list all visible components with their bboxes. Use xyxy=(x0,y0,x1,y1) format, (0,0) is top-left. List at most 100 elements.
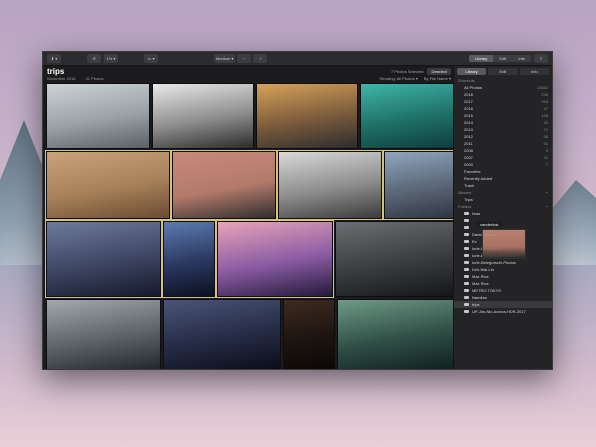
photo-shanghai-skyline[interactable] xyxy=(45,220,162,298)
zoom-out-button[interactable]: − xyxy=(237,54,252,63)
folder-item-label: trips xyxy=(464,302,480,307)
add-folder-icon[interactable]: + xyxy=(546,204,548,209)
folder-item[interactable]: Keh-Wai-Lin xyxy=(454,266,552,273)
shortcut-item-label: 2015 xyxy=(464,113,473,118)
photo-snowy-island[interactable] xyxy=(46,83,150,149)
shortcut-item[interactable]: Favorites xyxy=(454,168,552,175)
photo-sunset-plane[interactable] xyxy=(171,150,277,220)
shortcut-item[interactable]: 2017 318 xyxy=(454,98,552,105)
showing-value: All Photos xyxy=(396,76,415,81)
tab-info[interactable]: Info xyxy=(512,55,531,62)
zoom-select[interactable]: 1% ▾ xyxy=(104,54,118,63)
folders-header: Folders + xyxy=(454,203,552,210)
photo-graffiti-moto[interactable] xyxy=(335,221,454,297)
tab-library[interactable]: Library xyxy=(469,55,494,62)
folder-item-text: Keh-Wai-Lin xyxy=(472,267,494,272)
toolbar: ⬇ ▾ ↺ 1% ▾ ▭ ▾ Medium ▾ − + Library Edit… xyxy=(43,52,552,66)
shortcut-item[interactable]: 2000 7 xyxy=(454,161,552,168)
drag-label: vanderlust xyxy=(476,222,503,227)
shortcut-item[interactable]: 2008 9 xyxy=(454,147,552,154)
albums-list: Trips xyxy=(454,196,552,203)
folder-item[interactable]: METRO TOKYO xyxy=(454,287,552,294)
photo-grid xyxy=(45,83,462,369)
folder-item[interactable]: Max Rive xyxy=(454,280,552,287)
shortcut-item[interactable]: 2013 71 xyxy=(454,126,552,133)
folder-item-label xyxy=(464,219,472,222)
shortcut-item-text: 2015 xyxy=(464,113,473,118)
photo-light-trails[interactable] xyxy=(216,220,334,298)
album-item[interactable]: Trips xyxy=(454,196,552,203)
folder-item-label: Iwas xyxy=(464,211,480,216)
album-item-text: Trips xyxy=(464,197,473,202)
folder-icon xyxy=(464,226,469,229)
shortcut-item[interactable]: Recently Added xyxy=(454,175,552,182)
photo-mountain-road[interactable] xyxy=(256,83,358,149)
shortcut-item[interactable]: 2018 235 xyxy=(454,91,552,98)
library-main: trips November 2018 31 Photos 7 Photos S… xyxy=(43,66,462,369)
shortcut-item-count: 71 xyxy=(543,127,548,132)
photo-nyc-street[interactable] xyxy=(383,150,457,220)
shortcut-item-count: 43 xyxy=(543,120,548,125)
shortcut-item-label: 2012 xyxy=(464,134,473,139)
folder-item-text: Iurie-Belegurschi-Photos xyxy=(472,260,516,265)
zoom-in-button[interactable]: + xyxy=(253,54,268,63)
view-layout-button[interactable]: ▭ ▾ xyxy=(144,54,158,63)
sidebar-tab-edit[interactable]: Edit xyxy=(488,68,518,75)
rotate-button[interactable]: ↺ xyxy=(87,54,101,63)
photo-tall-trees[interactable] xyxy=(337,299,456,369)
photo-skater-ramp[interactable] xyxy=(152,83,254,149)
import-button[interactable]: ⬇ ▾ xyxy=(47,54,61,63)
shortcut-item-label: 2016 xyxy=(464,106,473,111)
photo-highway[interactable] xyxy=(46,299,161,369)
photo-person-smoke[interactable] xyxy=(277,150,383,220)
folder-icon xyxy=(464,212,469,215)
folder-item[interactable]: UP-Jim-Nix-Aurora-HDR-2017 xyxy=(454,308,552,315)
folder-icon xyxy=(464,219,469,222)
photo-campfire[interactable] xyxy=(283,299,335,369)
photo-milky-way[interactable] xyxy=(163,299,281,369)
shortcut-item[interactable]: 2007 11 xyxy=(454,154,552,161)
folder-item[interactable]: Iurie-Belegurschi-Photos xyxy=(454,259,552,266)
shortcut-item[interactable]: 2015 128 xyxy=(454,112,552,119)
selected-count: 7 Photos Selected xyxy=(390,69,424,74)
view-size-label: Medium xyxy=(216,56,231,61)
shortcut-item[interactable]: All Photos 13542 xyxy=(454,84,552,91)
sort-select[interactable]: By File Name ▾ xyxy=(424,76,451,81)
photo-aerial-forest[interactable] xyxy=(360,83,462,149)
folder-icon xyxy=(464,275,469,278)
folder-icon xyxy=(464,296,469,299)
album-item-label: Trips xyxy=(464,197,473,202)
library-count: 31 Photos xyxy=(85,76,104,81)
shortcut-item-count: 91 xyxy=(543,141,548,146)
share-icon[interactable]: ⇪ xyxy=(534,54,548,63)
folder-item[interactable]: trips xyxy=(454,301,552,308)
tab-edit[interactable]: Edit xyxy=(493,55,512,62)
photo-light-beams[interactable] xyxy=(162,220,216,298)
deselect-button[interactable]: Deselect xyxy=(427,68,451,75)
shortcut-item-text: 2012 xyxy=(464,134,473,139)
folder-icon xyxy=(464,254,469,257)
folder-item[interactable] xyxy=(454,217,552,224)
folder-item[interactable]: Iwas xyxy=(454,210,552,217)
shortcut-item[interactable]: 2011 91 xyxy=(454,140,552,147)
app-window: ⬇ ▾ ↺ 1% ▾ ▭ ▾ Medium ▾ − + Library Edit… xyxy=(42,51,553,370)
sidebar-tab-library[interactable]: Library xyxy=(457,68,487,75)
add-album-icon[interactable]: + xyxy=(546,190,548,195)
drag-preview-photo xyxy=(482,229,526,259)
shortcut-item[interactable]: Trash xyxy=(454,182,552,189)
folder-item[interactable]: Max Rive xyxy=(454,273,552,280)
sidebar-tab-info[interactable]: Info xyxy=(519,68,549,75)
shortcut-item[interactable]: 2016 47 xyxy=(454,105,552,112)
shortcuts-list: All Photos 13542 2018 235 2017 318 2016 47 2015 1… xyxy=(454,84,552,189)
showing-filter[interactable]: Showing: All Photos ▾ xyxy=(379,76,418,81)
folder-item[interactable]: Namibia xyxy=(454,294,552,301)
shortcut-item-text: All Photos xyxy=(464,85,483,90)
photo-dunes[interactable] xyxy=(45,150,171,220)
folder-item-label: UP-Jim-Nix-Aurora-HDR-2017 xyxy=(464,309,526,314)
view-size-select[interactable]: Medium ▾ xyxy=(214,54,236,63)
shortcut-item[interactable]: 2012 35 xyxy=(454,133,552,140)
folder-item-label: Keh-Wai-Lin xyxy=(464,267,494,272)
shortcut-item-text: Trash xyxy=(464,183,475,188)
folder-icon xyxy=(464,310,469,313)
shortcut-item[interactable]: 2014 43 xyxy=(454,119,552,126)
